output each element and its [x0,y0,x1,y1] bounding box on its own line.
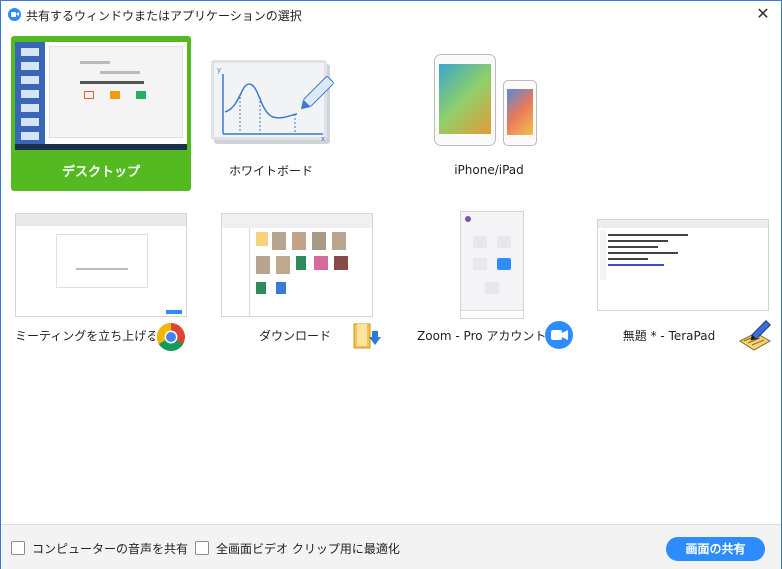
close-button[interactable]: ✕ [755,5,771,23]
ipad-icon [434,54,496,146]
source-label: 無題 * - TeraPad [622,329,716,343]
folder-download-icon [353,323,381,349]
whiteboard-graph-icon: y x [217,66,334,143]
source-label: ホワイトボード [228,164,313,178]
source-tile-terapad-window[interactable]: 無題 * - TeraPad [593,205,773,360]
desktop-thumbnail [15,42,187,150]
source-tile-whiteboard[interactable]: y x ホワイトボード [181,36,361,191]
source-tile-iphone-ipad[interactable]: iPhone/iPad [399,36,579,191]
window-thumbnail [405,211,577,319]
iphone-icon [503,80,537,146]
svg-text:y: y [217,66,221,74]
window-thumbnail [219,211,391,319]
optimize-video-checkbox[interactable] [195,541,209,555]
share-audio-checkbox[interactable] [11,541,25,555]
source-tile-download-folder[interactable]: ダウンロード [215,205,395,360]
whiteboard-thumbnail: y x [185,42,357,150]
title-bar: 共有するウィンドウまたはアプリケーションの選択 ✕ [1,1,781,29]
source-tile-desktop[interactable]: デスクトップ [11,36,191,191]
device-thumbnail [403,42,575,150]
optimize-video-label: 全画面ビデオ クリップ用に最適化 [216,542,400,556]
source-label: ミーティングを立ち上げる -... [15,329,155,343]
terapad-icon [738,320,772,351]
source-label: デスクトップ [61,165,140,180]
share-audio-label: コンピューターの音声を共有 [32,542,189,556]
window-thumbnail [597,211,769,319]
window-thumbnail [15,211,187,319]
chrome-icon [157,323,185,351]
source-tile-zoom-window[interactable]: Zoom - Pro アカウント [401,205,581,360]
source-tile-chrome-window[interactable]: ミーティングを立ち上げる -... [11,205,191,360]
zoom-icon [545,321,573,349]
share-screen-button[interactable]: 画面の共有 [666,537,765,561]
source-label: iPhone/iPad [454,163,524,177]
share-screen-dialog: 共有するウィンドウまたはアプリケーションの選択 ✕ デスクトップ y x ホワイ… [0,0,782,569]
svg-text:x: x [321,135,325,143]
source-label: Zoom - Pro アカウント [417,329,547,343]
zoom-app-icon [8,8,21,21]
dialog-title: 共有するウィンドウまたはアプリケーションの選択 [26,9,302,23]
footer-bar: コンピューターの音声を共有 全画面ビデオ クリップ用に最適化 画面の共有 [1,524,781,569]
